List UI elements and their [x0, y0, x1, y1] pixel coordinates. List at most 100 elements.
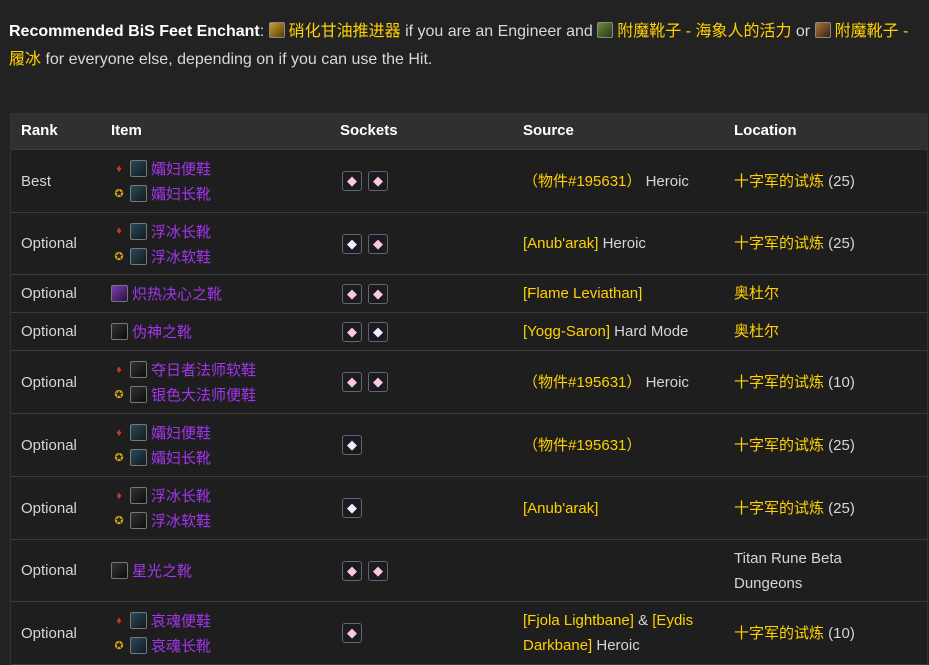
gem-socket-icon: ◆ [368, 283, 388, 304]
item-icon[interactable] [130, 637, 147, 654]
location-link[interactable]: 十字军的试炼 [734, 173, 824, 190]
source-link[interactable]: （物件#195631） [523, 437, 641, 454]
location-cell: 十字军的试炼 (10) [734, 602, 914, 664]
item-icon[interactable] [130, 160, 147, 177]
item-line: 伪神之靴 [111, 319, 192, 344]
item-link[interactable]: 浮冰软鞋 [151, 510, 211, 531]
item-line: ♦ 夺日者法师软鞋 [111, 357, 256, 382]
item-line: ✪ 浮冰软鞋 [111, 508, 211, 533]
source-note: Heroic [592, 637, 640, 654]
alliance-icon: ✪ [114, 188, 124, 200]
item-link[interactable]: 夺日者法师软鞋 [151, 359, 256, 380]
source-link[interactable]: （物件#195631） [523, 173, 641, 190]
location-text: 十字军的试炼 (25) [734, 169, 855, 194]
sockets-cell: ◆ [342, 477, 368, 539]
horde-icon: ♦ [116, 489, 122, 502]
item-link[interactable]: 炽热决心之靴 [132, 283, 222, 304]
enchant-link-1[interactable]: 硝化甘油推进器 [289, 23, 401, 40]
item-line: ✪ 孀妇长靴 [111, 181, 211, 206]
location-note: (10) [824, 624, 855, 642]
item-link[interactable]: 孀妇长靴 [151, 183, 211, 204]
source-note: Heroic [598, 235, 646, 252]
item-link[interactable]: 孀妇便鞋 [151, 422, 211, 443]
source-link[interactable]: （物件#195631） [523, 374, 641, 391]
item-icon[interactable] [111, 285, 128, 302]
enchant-link-2[interactable]: 附魔靴子 - 海象人的活力 [617, 23, 791, 40]
item-line: 星光之靴 [111, 558, 192, 583]
location-text: 十字军的试炼 (25) [734, 231, 855, 256]
item-icon[interactable] [130, 386, 147, 403]
item-icon[interactable] [130, 612, 147, 629]
item-line: ✪ 孀妇长靴 [111, 445, 211, 470]
alliance-icon: ✪ [114, 250, 124, 263]
alliance-icon: ✪ [114, 452, 124, 464]
item-icon[interactable] [130, 424, 147, 441]
item-link[interactable]: 孀妇便鞋 [151, 158, 211, 179]
item-icon[interactable] [111, 323, 128, 340]
intro-label: Recommended BiS Feet Enchant [9, 23, 260, 40]
item-link[interactable]: 银色大法师便鞋 [151, 384, 256, 405]
horde-icon: ♦ [116, 162, 122, 175]
item-link[interactable]: 星光之靴 [132, 560, 192, 581]
table-row: Optional 伪神之靴 ◆ ◆ [Yogg-Saron] Hard Mode 奥杜尔 [11, 313, 927, 351]
location-link[interactable]: 十字军的试炼 [734, 235, 824, 252]
item-link[interactable]: 孀妇长靴 [151, 447, 211, 468]
alliance-icon: ✪ [114, 640, 124, 652]
rank-cell: Optional [21, 624, 77, 642]
location-link[interactable]: 十字军的试炼 [734, 625, 824, 642]
gem-socket-icon: ◆ [368, 171, 388, 191]
item-icon[interactable] [130, 361, 147, 378]
item-icon[interactable] [130, 222, 147, 240]
location-note: (25) [824, 436, 855, 454]
item-icon[interactable] [130, 512, 147, 529]
item-link[interactable]: 浮冰长靴 [151, 485, 211, 506]
rank-cell: Best [21, 172, 52, 190]
item-icon[interactable] [130, 185, 147, 202]
source-link[interactable]: [Anub'arak] [523, 500, 598, 517]
horde-icon: ♦ [116, 225, 122, 237]
source-cell: [Anub'arak] [523, 477, 723, 539]
gem-socket-icon: ◆ [342, 321, 362, 342]
location-link[interactable]: 十字军的试炼 [734, 437, 824, 454]
table-row: Optional ♦ 孀妇便鞋 ✪ 孀妇长靴 ◆ （物件#195631） 十字军的试炼 (25… [11, 414, 927, 477]
sockets-cell: ◆ ◆ [342, 275, 394, 312]
gem-socket-icon: ◆ [342, 171, 362, 191]
gem-socket-icon: ◆ [342, 233, 362, 254]
table-row: Best ♦ 孀妇便鞋 ✪ 孀妇长靴 ◆ ◆ （物件#195631） Heroic 十字军的试炼… [11, 150, 927, 213]
source-link[interactable]: [Flame Leviathan] [523, 285, 642, 302]
source-link[interactable]: [Anub'arak] [523, 235, 598, 252]
location-link[interactable]: 十字军的试炼 [734, 500, 824, 517]
item-icon[interactable] [130, 247, 147, 265]
item-link[interactable]: 伪神之靴 [132, 321, 192, 342]
source-text: [Flame Leviathan] [523, 281, 642, 306]
location-text: 奥杜尔 [734, 281, 779, 306]
gem-socket-icon: ◆ [342, 623, 362, 643]
enchant-scroll-icon-2 [814, 22, 831, 38]
source-note: Heroic [641, 373, 689, 391]
location-text: 奥杜尔 [734, 319, 779, 344]
location-text: Titan Rune Beta Dungeons [734, 546, 914, 596]
gem-socket-icon: ◆ [342, 283, 362, 304]
header-sockets: Sockets [340, 122, 398, 139]
item-line: ✪ 哀魂长靴 [111, 633, 211, 658]
location-link[interactable]: 奥杜尔 [734, 323, 779, 340]
rank-cell: Optional [21, 235, 77, 252]
item-link[interactable]: 浮冰长靴 [151, 221, 211, 242]
item-icon[interactable] [130, 449, 147, 466]
sockets-cell: ◆ [342, 414, 368, 476]
header-location: Location [734, 122, 797, 139]
item-icon[interactable] [111, 562, 128, 579]
item-link[interactable]: 浮冰软鞋 [151, 246, 211, 267]
item-line: ♦ 哀魂便鞋 [111, 608, 211, 633]
source-link[interactable]: [Fjola Lightbane] [523, 612, 634, 629]
source-link[interactable]: [Yogg-Saron] [523, 323, 610, 340]
alliance-icon: ✪ [114, 515, 124, 527]
item-icon[interactable] [130, 487, 147, 504]
location-link[interactable]: 奥杜尔 [734, 285, 779, 302]
item-cell: 星光之靴 [111, 540, 192, 601]
item-link[interactable]: 哀魂便鞋 [151, 610, 211, 631]
location-link[interactable]: 十字军的试炼 [734, 374, 824, 391]
item-link[interactable]: 哀魂长靴 [151, 635, 211, 656]
sockets-cell: ◆ ◆ [342, 150, 394, 212]
header-source: Source [523, 122, 574, 139]
